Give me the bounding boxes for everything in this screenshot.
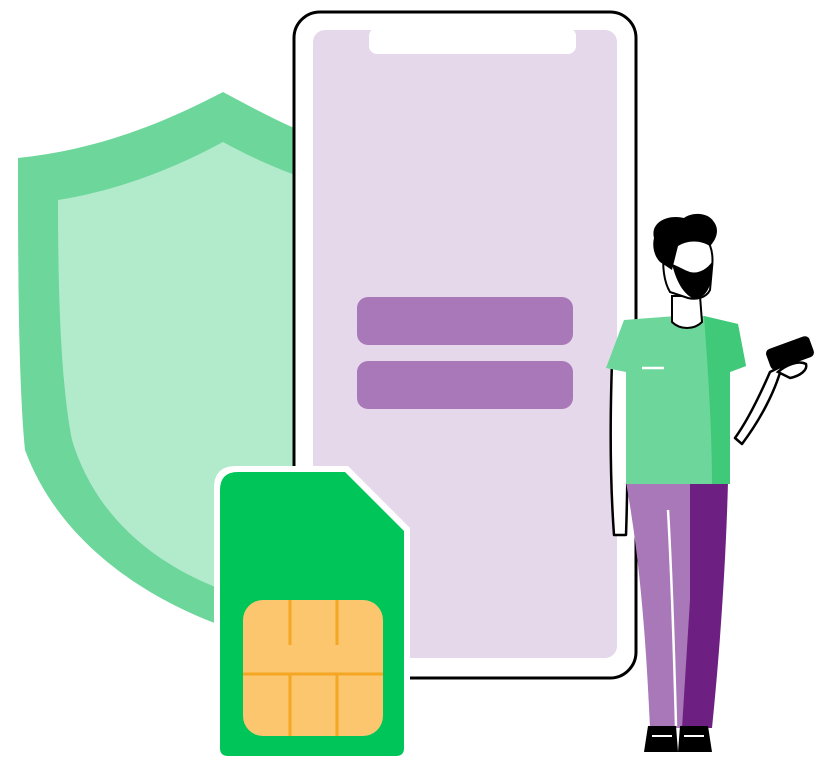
screen-bar-top (357, 297, 573, 345)
person-shoes (644, 726, 712, 752)
screen-bar-bottom (357, 361, 573, 409)
security-illustration (0, 0, 818, 762)
person-left-arm (609, 360, 630, 537)
person-neck (671, 295, 704, 329)
illustration-canvas (18, 10, 814, 762)
sim-card-icon (214, 466, 410, 762)
sim-chip (243, 600, 383, 736)
phone-notch (369, 28, 576, 54)
person-right-arm (733, 364, 784, 446)
